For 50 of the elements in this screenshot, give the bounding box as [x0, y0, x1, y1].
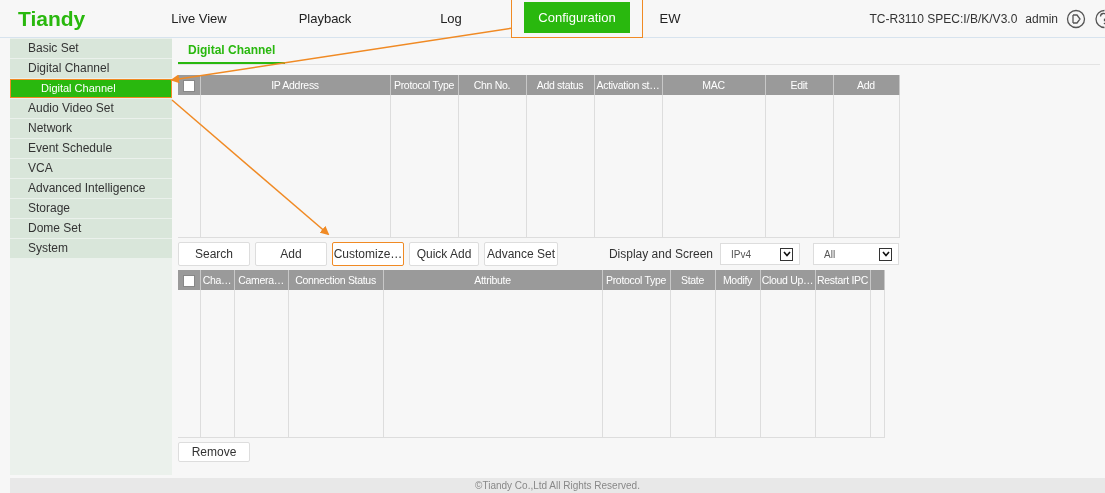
nav-tab[interactable]: Playback	[298, 3, 352, 34]
column-header: MAC	[662, 75, 765, 95]
sidebar-item[interactable]: Network	[10, 119, 172, 138]
dropdown[interactable]: IPv4	[720, 243, 800, 265]
column-header: Cloud Up…	[760, 270, 815, 290]
user-name: admin	[1025, 11, 1058, 26]
caret-icon	[879, 247, 892, 261]
copyright-text: ©Tiandy Co.,Ltd All Rights Reserved.	[475, 480, 640, 491]
column-header: Restart IPC	[815, 270, 870, 290]
caret-icon	[780, 247, 793, 261]
column-header: Attribute	[383, 270, 602, 290]
column-header: Connection Status	[288, 270, 383, 290]
sidebar-item[interactable]: Audio Video Set	[10, 99, 172, 118]
toolbar-button[interactable]: Search	[178, 242, 250, 266]
sidebar-item[interactable]: Storage	[10, 199, 172, 218]
column-header: Add	[833, 75, 899, 95]
column-header: Modify	[715, 270, 760, 290]
column-header: Cha…	[200, 270, 234, 290]
toolbar-button[interactable]: Customize…	[332, 242, 404, 266]
sidebar-item[interactable]: Dome Set	[10, 219, 172, 238]
sidebar-item[interactable]: Digital Channel	[10, 59, 172, 78]
toolbar-button[interactable]: Add	[255, 242, 327, 266]
column-header: Add status	[526, 75, 594, 95]
help-icon[interactable]	[1094, 8, 1105, 29]
column-header: Edit	[765, 75, 833, 95]
sidebar-item[interactable]: Event Schedule	[10, 139, 172, 158]
logo: Tiandy	[18, 6, 87, 31]
sidebar-item[interactable]: Advanced Intelligence	[10, 179, 172, 198]
column-header: Chn No.	[458, 75, 526, 95]
toolbar-button[interactable]: Advance Set	[484, 242, 558, 266]
sidebar-item[interactable]: VCA	[10, 159, 172, 178]
select-all-checkbox[interactable]	[182, 79, 195, 92]
sidebar-item[interactable]: System	[10, 239, 172, 258]
field-label: Display and Screen	[608, 247, 713, 261]
nav-tab[interactable]: Log	[440, 3, 462, 34]
column-header: IP Address	[200, 75, 390, 95]
sidebar-item[interactable]: Basic Set	[10, 39, 172, 58]
dropdown[interactable]: All	[813, 243, 899, 265]
column-header: Activation st…	[594, 75, 662, 95]
remove-button[interactable]: Remove	[178, 442, 250, 462]
toolbar-button[interactable]: Quick Add	[409, 242, 479, 266]
column-header: Protocol Type	[390, 75, 458, 95]
nav-tab[interactable]: EW	[659, 3, 681, 34]
select-all-checkbox[interactable]	[182, 274, 195, 287]
device-model: TC-R3110 SPEC:I/B/K/V3.0	[869, 11, 1018, 26]
column-header: Camera…	[234, 270, 288, 290]
column-header: Protocol Type	[602, 270, 670, 290]
column-header: State	[670, 270, 715, 290]
logout-icon[interactable]	[1066, 8, 1086, 29]
nav-tab[interactable]: Live View	[171, 3, 227, 34]
